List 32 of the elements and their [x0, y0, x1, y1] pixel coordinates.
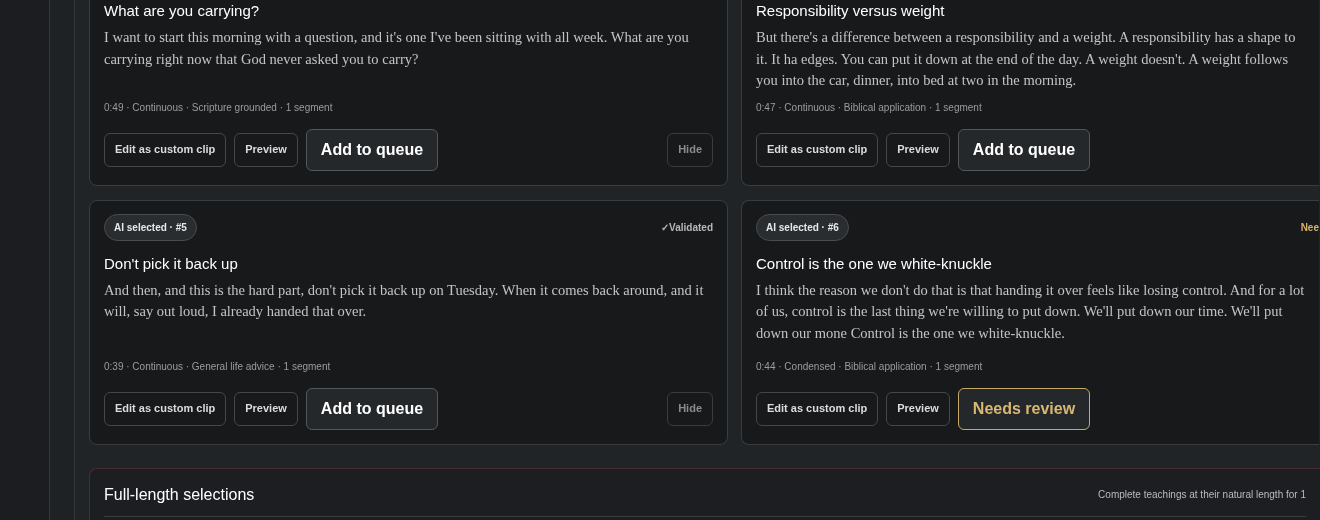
clip-transcript: I want to start this morning with a question, and it's one I've been sitting with all week. What are you carrying right now that God never asked you to carry?: [104, 28, 690, 69]
clip-transcript: But there's a difference between a responsibility and a weight. A responsibility has a shape to it. It ha edges. You can put it down at the end of the day. A weight doesn't. A weight follows you into the car, dinner, into bed at two in the morning.: [756, 28, 1297, 90]
action-button[interactable]: Edit as custom clip: [756, 391, 879, 426]
needs-review-button[interactable]: Needs review: [957, 387, 1091, 430]
status-label: ✓Validated: [661, 220, 713, 235]
add-to-queue-button[interactable]: Add to queue: [957, 128, 1091, 171]
action-button[interactable]: Preview: [886, 132, 950, 167]
clip-title: Responsibility versus weight: [756, 1, 946, 21]
clip-meta: 0:44 · Condensed · Biblical application · 1 segment: [756, 359, 984, 374]
clip-title: Don't pick it back up: [104, 253, 239, 274]
action-button[interactable]: Edit as custom clip: [104, 132, 227, 167]
section-subtitle: Complete teachings at their natural length for 1: [1098, 488, 1306, 502]
hide-button[interactable]: Hide: [667, 391, 713, 426]
action-button[interactable]: Preview: [234, 391, 298, 426]
clip-transcript: And then, and this is the hard part, don't pick it back up on Tuesday. When it comes back around, and it will, say out loud, I already handed that over.: [104, 280, 705, 321]
add-to-queue-button[interactable]: Add to queue: [305, 128, 439, 171]
action-button[interactable]: Preview: [234, 132, 298, 167]
clip-meta: 0:49 · Continuous · Scripture grounded · 1 segment: [104, 100, 334, 115]
clip-meta: 0:39 · Continuous · General life advice · 1 segment: [104, 359, 332, 374]
clip-transcript: I think the reason we don't do that is that handing it over feels like losing control. And for a lot of us, control is the last thing we're willing to put down. We'll put down our time. We'll put down our mone Control is the one we white-knuckle.: [756, 280, 1305, 343]
status-label: Nee: [1300, 220, 1319, 235]
clip-title: What are you carrying?: [104, 1, 261, 21]
action-button[interactable]: Edit as custom clip: [104, 391, 227, 426]
clip-meta: 0:47 · Continuous · Biblical application · 1 segment: [756, 100, 983, 115]
clip-title: Control is the one we white-knuckle: [756, 253, 993, 274]
action-button[interactable]: Preview: [886, 391, 950, 426]
action-button[interactable]: Edit as custom clip: [756, 132, 879, 167]
add-to-queue-button[interactable]: Add to queue: [305, 387, 439, 430]
section-title: Full-length selections: [104, 484, 255, 505]
hide-button[interactable]: Hide: [667, 132, 713, 167]
ai-badge: AI selected · #5: [104, 213, 197, 241]
ai-badge: AI selected · #6: [756, 213, 849, 241]
